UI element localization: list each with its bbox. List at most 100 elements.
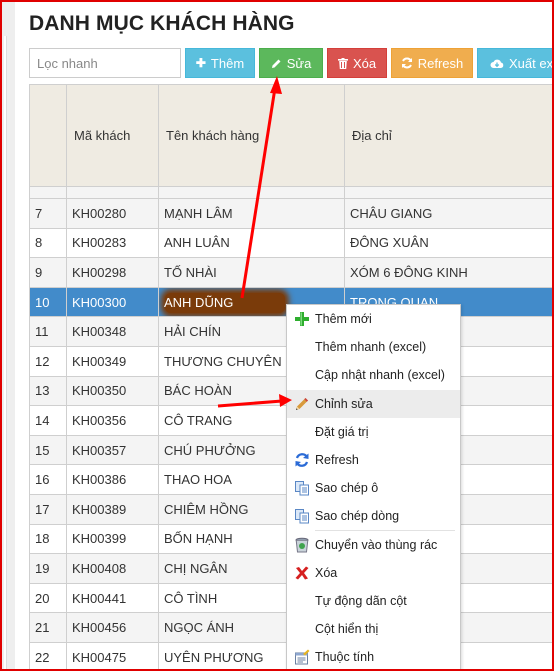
add-button[interactable]: ✚ Thêm — [185, 48, 255, 78]
row-index-cell[interactable]: 7 — [29, 198, 67, 229]
context-menu-item-label: Thêm nhanh (excel) — [315, 340, 427, 355]
table-row[interactable]: 7 KH00280 MẠNH LÂM CHÂU GIANG — [29, 198, 552, 229]
customer-code-cell[interactable]: KH00456 — [66, 612, 159, 643]
customer-name-cell[interactable]: ANH LUÂN — [158, 227, 345, 259]
customer-code-cell[interactable]: KH00475 — [66, 641, 159, 669]
refresh-button[interactable]: Refresh — [391, 48, 473, 78]
context-menu-item-label: Chuyển vào thùng rác — [315, 537, 438, 552]
row-index-cell[interactable]: 11 — [29, 316, 67, 347]
address-cell[interactable]: CHÂU GIANG — [344, 198, 552, 229]
row-index-cell[interactable]: 20 — [29, 582, 67, 614]
customer-code-cell[interactable]: KH00348 — [66, 316, 159, 347]
customer-name-cell[interactable]: MẠNH LÂM — [158, 198, 345, 229]
context-menu-item-label: Sao chép ô — [315, 481, 379, 496]
column-header-index[interactable] — [29, 84, 67, 187]
edit-button-label: Sửa — [286, 55, 312, 71]
customer-code-cell[interactable]: KH00349 — [66, 345, 159, 377]
customer-code-cell[interactable]: KH00298 — [66, 257, 159, 288]
context-menu-item-label: Thêm mới — [315, 312, 372, 327]
column-header-customer-code[interactable]: Mã khách — [66, 84, 159, 187]
column-header-customer-name[interactable]: Tên khách hàng — [158, 84, 345, 187]
context-menu-item-refresh[interactable]: Refresh — [287, 446, 460, 474]
pencil-icon — [271, 58, 282, 69]
customer-code-cell[interactable]: KH00350 — [66, 375, 159, 407]
context-menu-item-them-nhanh-excel[interactable]: Thêm nhanh (excel) — [287, 333, 460, 361]
filter-cell[interactable] — [29, 186, 67, 199]
copy-icon — [293, 507, 311, 525]
recycle-bin-icon — [293, 536, 311, 554]
export-button-label: Xuất excel — [509, 55, 552, 71]
context-menu-item-xoa[interactable]: Xóa — [287, 559, 460, 587]
cloud-download-icon — [490, 58, 504, 69]
context-menu-item-label: Refresh — [315, 453, 359, 468]
context-menu-item-label: Thuộc tính — [315, 650, 375, 665]
table-row[interactable]: 8 KH00283 ANH LUÂN ĐÔNG XUÂN — [29, 227, 552, 259]
row-index-cell[interactable]: 19 — [29, 553, 67, 584]
context-menu: Thêm mới Thêm nhanh (excel) Cập nhật nhanh… — [286, 304, 461, 671]
table-header-row: Mã khách Tên khách hàng Địa chỉ — [29, 84, 552, 187]
refresh-icon — [401, 57, 413, 69]
context-menu-item-them-moi[interactable]: Thêm mới — [287, 305, 460, 333]
pencil-icon — [293, 395, 311, 413]
refresh-icon — [293, 451, 311, 469]
copy-icon — [293, 479, 311, 497]
filter-cell[interactable] — [344, 186, 552, 199]
row-index-cell[interactable]: 12 — [29, 345, 67, 377]
quick-filter-input[interactable] — [29, 48, 181, 78]
table-filter-row — [29, 186, 552, 199]
context-menu-item-label: Cập nhật nhanh (excel) — [315, 368, 445, 383]
context-menu-item-cap-nhat-nhanh-excel[interactable]: Cập nhật nhanh (excel) — [287, 361, 460, 389]
row-index-cell[interactable]: 14 — [29, 405, 67, 436]
address-cell[interactable]: ĐÔNG XUÂN — [344, 227, 552, 259]
row-index-cell[interactable]: 10 — [29, 286, 67, 318]
cell-text: ANH DŨNG — [164, 294, 234, 310]
trash-icon — [337, 57, 348, 69]
customer-code-cell[interactable]: KH00389 — [66, 493, 159, 525]
context-menu-item-dat-gia-tri[interactable]: Đặt giá trị — [287, 418, 460, 446]
customer-code-cell[interactable]: KH00386 — [66, 464, 159, 495]
context-menu-item-chinh-sua[interactable]: Chỉnh sửa — [287, 389, 460, 418]
context-menu-item-label: Sao chép dòng — [315, 509, 400, 524]
plus-icon: ✚ — [195, 56, 206, 70]
row-index-cell[interactable]: 15 — [29, 434, 67, 466]
delete-button[interactable]: Xóa — [327, 48, 387, 78]
page-title: DANH MỤC KHÁCH HÀNG — [29, 12, 295, 35]
edit-button[interactable]: Sửa — [259, 48, 323, 78]
export-excel-button[interactable]: Xuất excel — [477, 48, 552, 78]
context-menu-item-cot-hien-thi[interactable]: Cột hiển thị — [287, 615, 460, 643]
customer-code-cell[interactable]: KH00300 — [66, 286, 159, 318]
customer-code-cell[interactable]: KH00399 — [66, 523, 159, 555]
context-menu-item-label: Đặt giá trị — [315, 424, 369, 439]
row-index-cell[interactable]: 16 — [29, 464, 67, 495]
customer-code-cell[interactable]: KH00441 — [66, 582, 159, 614]
context-menu-item-label: Chỉnh sửa — [315, 396, 373, 411]
context-menu-item-sao-chep-dong[interactable]: Sao chép dòng — [287, 502, 460, 530]
column-header-address[interactable]: Địa chỉ — [344, 84, 552, 187]
customer-name-cell[interactable]: TỐ NHÀI — [158, 257, 345, 288]
row-index-cell[interactable]: 9 — [29, 257, 67, 288]
context-menu-item-tu-dong-dan-cot[interactable]: Tự động dãn cột — [287, 587, 460, 615]
refresh-button-label: Refresh — [417, 55, 464, 71]
context-menu-item-thuoc-tinh[interactable]: Thuộc tính — [287, 643, 460, 671]
address-cell[interactable]: XÓM 6 ĐÔNG KINH — [344, 257, 552, 288]
delete-x-icon — [293, 564, 311, 582]
toolbar: ✚ Thêm Sửa Xóa Refresh Xuất excel — [29, 48, 552, 78]
properties-icon — [293, 648, 311, 666]
row-index-cell[interactable]: 22 — [29, 641, 67, 669]
context-menu-item-chuyen-vao-thung-rac[interactable]: Chuyển vào thùng rác — [287, 531, 460, 559]
customer-code-cell[interactable]: KH00408 — [66, 553, 159, 584]
customer-code-cell[interactable]: KH00356 — [66, 405, 159, 436]
row-index-cell[interactable]: 18 — [29, 523, 67, 555]
row-index-cell[interactable]: 21 — [29, 612, 67, 643]
context-menu-item-label: Cột hiển thị — [315, 622, 379, 637]
row-index-cell[interactable]: 13 — [29, 375, 67, 407]
customer-code-cell[interactable]: KH00357 — [66, 434, 159, 466]
customer-code-cell[interactable]: KH00280 — [66, 198, 159, 229]
customer-code-cell[interactable]: KH00283 — [66, 227, 159, 259]
row-index-cell[interactable]: 8 — [29, 227, 67, 259]
context-menu-item-sao-chep-o[interactable]: Sao chép ô — [287, 474, 460, 502]
filter-cell[interactable] — [158, 186, 345, 199]
row-index-cell[interactable]: 17 — [29, 493, 67, 525]
table-row[interactable]: 9 KH00298 TỐ NHÀI XÓM 6 ĐÔNG KINH — [29, 257, 552, 288]
filter-cell[interactable] — [66, 186, 159, 199]
